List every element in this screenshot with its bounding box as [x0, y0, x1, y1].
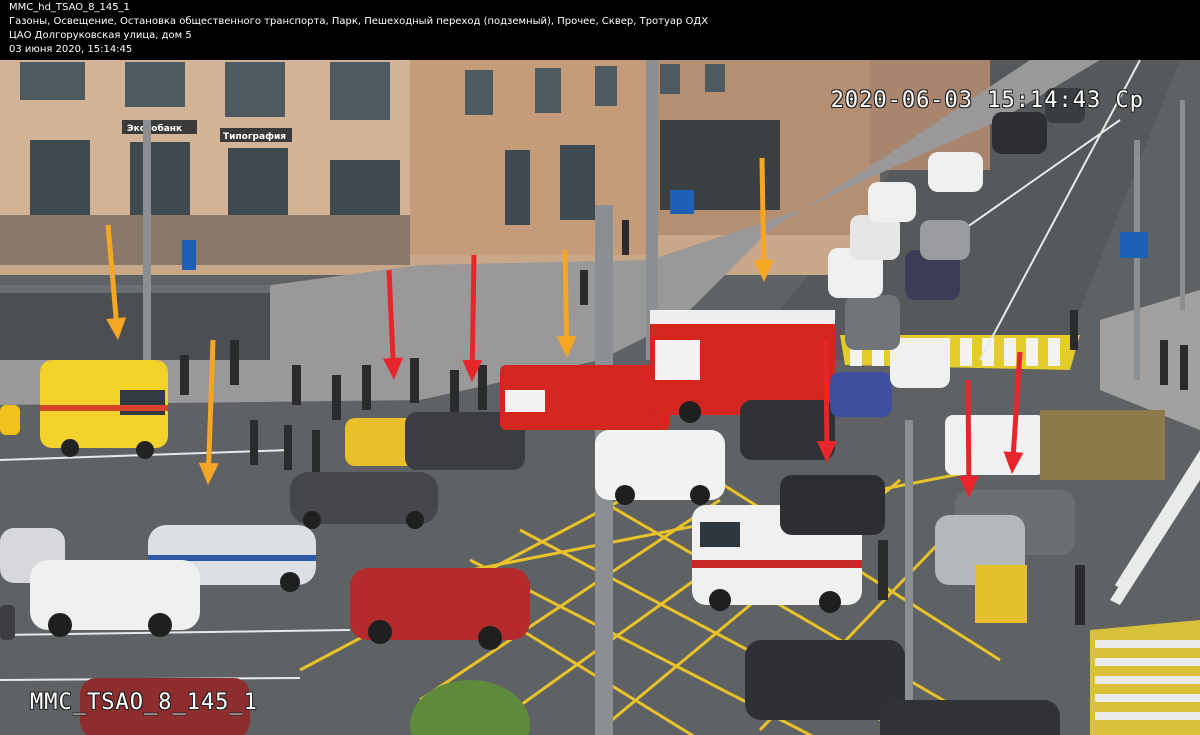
annotation-arrow-shaft	[965, 379, 972, 483]
crosswalk-sign	[670, 190, 694, 214]
underpass-entrance	[0, 290, 270, 360]
camera-datetime: 03 июня 2020, 15:14:45	[9, 44, 133, 55]
annotation-arrow-shaft	[469, 254, 477, 367]
bank-sign: Экспобанк	[127, 123, 182, 134]
camera-categories: Газоны, Освещение, Остановка общественно…	[9, 16, 709, 27]
fire-truck-small	[500, 365, 670, 430]
camera-info-header: MMC_hd_TSAO_8_145_1 Газоны, Освещение, О…	[0, 0, 1200, 60]
ambulance	[40, 360, 168, 459]
annotation-arrow-shaft	[759, 157, 767, 267]
shop-sign: Типография	[223, 132, 286, 142]
camera-address: ЦАО Долгоруковская улица, дом 5	[9, 30, 192, 41]
camera-frame: MMC_hd_TSAO_8_145_1 Газоны, Освещение, О…	[0, 0, 1200, 735]
overlay-camera-label: MMC_TSAO_8_145_1	[30, 690, 258, 715]
annotation-arrow-shaft	[823, 339, 830, 448]
overlay-timestamp: 2020-06-03 15:14:43 Ср	[830, 88, 1144, 113]
annotation-arrow-shaft	[562, 249, 570, 343]
camera-id: MMC_hd_TSAO_8_145_1	[9, 2, 130, 13]
street-scene: Экспобанк Типография	[0, 60, 1200, 735]
crosswalk-sign-right	[1120, 232, 1148, 258]
yellow-barrier	[975, 565, 1027, 623]
camera-image: Экспобанк Типография 2020-06-03 15:14:43…	[0, 60, 1200, 735]
